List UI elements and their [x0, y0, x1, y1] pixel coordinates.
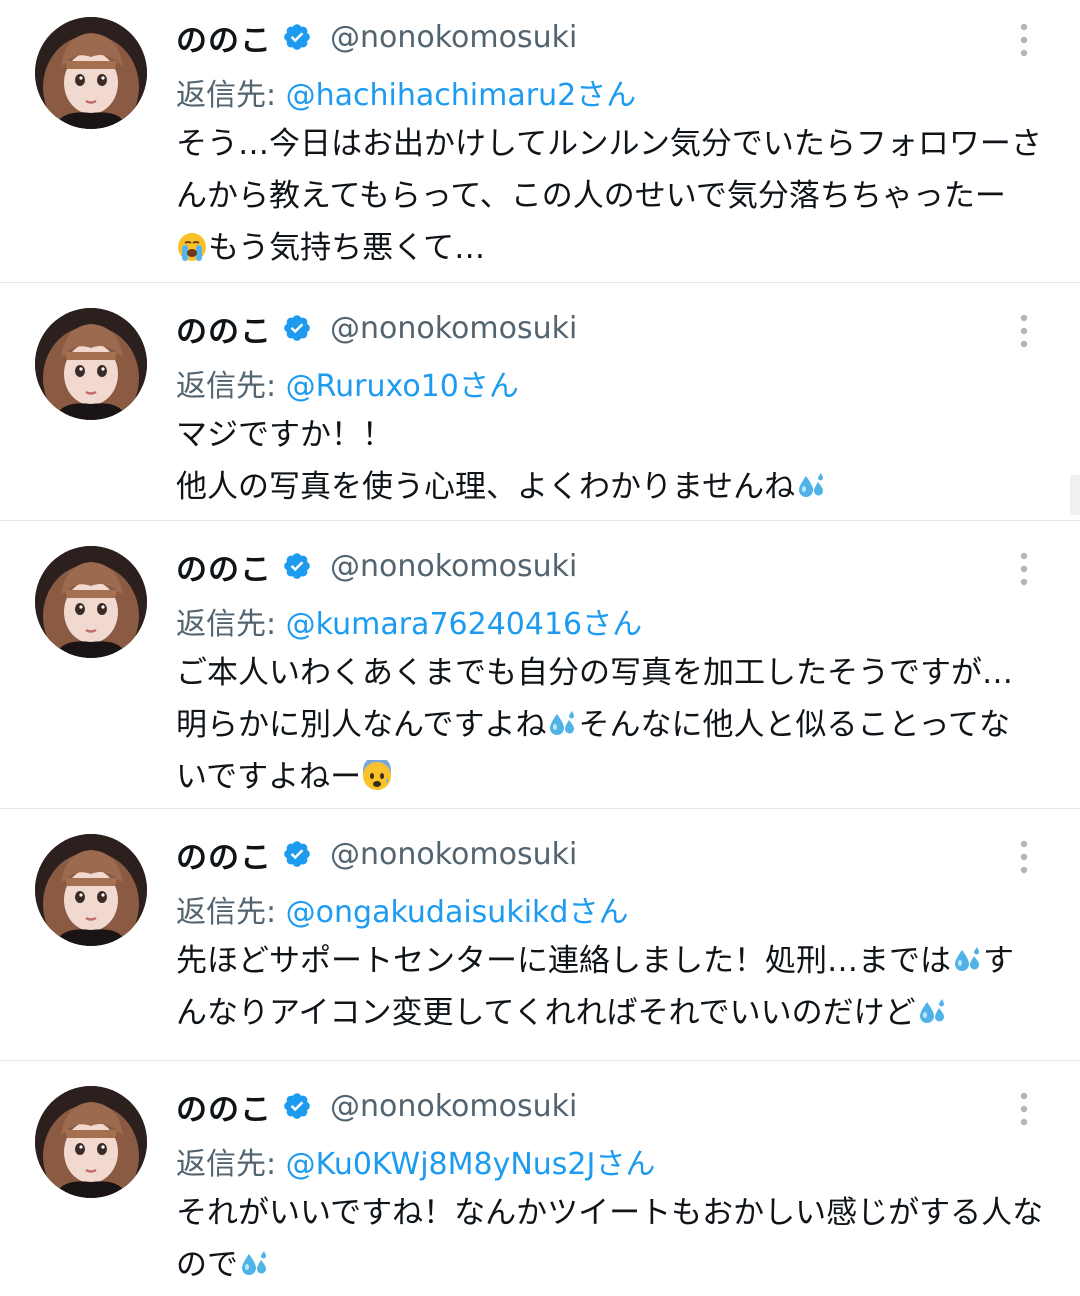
reply-to-link[interactable]: @hachihachimaru2さん	[286, 78, 637, 113]
tweet-text-segment: んから教えてもらって、この人のせいで気分落ちちゃったー	[176, 178, 1006, 214]
tweet-text-line: んなりアイコン変更してくれればそれでいいのだけど	[176, 987, 1056, 1039]
tweet-divider	[0, 520, 1080, 521]
verified-badge-icon	[284, 315, 310, 341]
avatar[interactable]	[35, 308, 147, 420]
tweet-divider	[0, 282, 1080, 283]
tweet-text-segment: マジですか！！	[176, 417, 393, 453]
avatar[interactable]	[35, 546, 147, 658]
display-name[interactable]: ののこ	[176, 15, 272, 60]
reply-context: 返信先: @Ku0KWj8M8yNus2Jさん	[176, 1139, 655, 1183]
more-vertical-icon[interactable]	[1014, 549, 1034, 589]
tweet-divider	[0, 1060, 1080, 1061]
tweet-text-line: ご本人いわくあくまでも自分の写真を加工したそうですが…	[176, 647, 1056, 699]
reply-prefix: 返信先:	[176, 895, 286, 930]
user-handle[interactable]: @nonokomosuki	[330, 1089, 577, 1124]
tweet-text-segment: んなりアイコン変更してくれればそれでいいのだけど	[176, 995, 916, 1031]
reply-context: 返信先: @ongakudaisukikdさん	[176, 887, 628, 931]
more-vertical-icon[interactable]	[1014, 837, 1034, 877]
tweet-text-segment: す	[983, 943, 1014, 979]
reply-context: 返信先: @kumara76240416さん	[176, 599, 642, 643]
reply-prefix: 返信先:	[176, 78, 286, 113]
more-vertical-icon[interactable]	[1014, 311, 1034, 351]
sweat-droplets-emoji	[916, 992, 948, 1024]
tweet-text: それがいいですね！なんかツイートもおかしい感じがする人な ので	[176, 1187, 1056, 1291]
tweet-text-segment: そんなに他人と似ることってな	[578, 707, 1010, 743]
reply-to-link[interactable]: @Ruruxo10さん	[286, 369, 519, 404]
avatar[interactable]	[35, 17, 147, 129]
tweet-header: ののこ @nonokomosuki	[176, 832, 577, 877]
tweet-text-segment: それがいいですね！なんかツイートもおかしい感じがする人な	[176, 1195, 1044, 1231]
tweet-header: ののこ @nonokomosuki	[176, 1084, 577, 1129]
tweet-header: ののこ @nonokomosuki	[176, 306, 577, 351]
anxious-face-emoji	[361, 756, 393, 790]
sweat-droplets-emoji	[795, 466, 827, 498]
user-handle[interactable]: @nonokomosuki	[330, 837, 577, 872]
reply-prefix: 返信先:	[176, 1147, 286, 1182]
reply-prefix: 返信先:	[176, 607, 286, 642]
tweet-text-segment: 他人の写真を使う心理、よくわかりませんね	[176, 469, 796, 505]
verified-badge-icon	[284, 553, 310, 579]
tweet-text: 先ほどサポートセンターに連絡しました！処刑…まではすんなりアイコン変更してくれれ…	[176, 935, 1056, 1039]
more-vertical-icon[interactable]	[1014, 20, 1034, 60]
scrollbar-thumb[interactable]	[1070, 475, 1080, 515]
tweet-text-line: 他人の写真を使う心理、よくわかりませんね	[176, 461, 1056, 513]
tweet-text-segment: ので	[176, 1247, 238, 1283]
display-name[interactable]: ののこ	[176, 1084, 272, 1129]
verified-badge-icon	[284, 24, 310, 50]
verified-badge-icon	[284, 841, 310, 867]
tweet-header: ののこ @nonokomosuki	[176, 15, 577, 60]
tweet-text-line: そう…今日はお出かけしてルンルン気分でいたらフォロワーさ	[176, 118, 1056, 170]
tweet-text: そう…今日はお出かけしてルンルン気分でいたらフォロワーさ んから教えてもらって、こ…	[176, 118, 1056, 274]
tweet-text-segment: ご本人いわくあくまでも自分の写真を加工したそうですが…	[176, 655, 1013, 691]
tweet-divider	[0, 808, 1080, 809]
tweet-text-segment: いですよねー	[176, 759, 362, 795]
reply-to-link[interactable]: @kumara76240416さん	[286, 607, 642, 642]
tweet-text-line: 先ほどサポートセンターに連絡しました！処刑…まではす	[176, 935, 1056, 987]
sweat-droplets-emoji	[546, 704, 578, 736]
more-vertical-icon[interactable]	[1014, 1089, 1034, 1129]
avatar[interactable]	[35, 834, 147, 946]
tweet-text-segment: 先ほどサポートセンターに連絡しました！処刑…までは	[176, 943, 951, 979]
tweet-header: ののこ @nonokomosuki	[176, 544, 577, 589]
reply-to-link[interactable]: @ongakudaisukikdさん	[286, 895, 629, 930]
tweet-text-line: いですよねー	[176, 751, 1056, 803]
tweet-text: ご本人いわくあくまでも自分の写真を加工したそうですが… 明らかに別人なんですよねそ…	[176, 647, 1056, 803]
display-name[interactable]: ののこ	[176, 544, 272, 589]
crying-face-emoji	[176, 227, 208, 261]
tweet-text: マジですか！！ 他人の写真を使う心理、よくわかりませんね	[176, 409, 1056, 513]
user-handle[interactable]: @nonokomosuki	[330, 549, 577, 584]
tweet-text-segment: もう気持ち悪くて…	[208, 230, 486, 266]
tweet-text-line: それがいいですね！なんかツイートもおかしい感じがする人な	[176, 1187, 1056, 1239]
display-name[interactable]: ののこ	[176, 832, 272, 877]
verified-badge-icon	[284, 1093, 310, 1119]
sweat-droplets-emoji	[238, 1244, 270, 1276]
sweat-droplets-emoji	[951, 940, 983, 972]
tweet-text-line: 明らかに別人なんですよね そんなに他人と似ることってな	[176, 699, 1056, 751]
tweet-text-line: ので	[176, 1239, 1056, 1291]
reply-to-link[interactable]: @Ku0KWj8M8yNus2Jさん	[286, 1147, 656, 1182]
tweet-text-segment: 明らかに別人なんですよね	[176, 707, 547, 743]
user-handle[interactable]: @nonokomosuki	[330, 20, 577, 55]
display-name[interactable]: ののこ	[176, 306, 272, 351]
reply-prefix: 返信先:	[176, 369, 286, 404]
avatar[interactable]	[35, 1086, 147, 1198]
reply-context: 返信先: @hachihachimaru2さん	[176, 70, 636, 114]
tweet-text-line: もう気持ち悪くて…	[176, 222, 1056, 274]
tweet-text-line: マジですか！！	[176, 409, 1056, 461]
tweet-text-segment: そう…今日はお出かけしてルンルン気分でいたらフォロワーさ	[176, 126, 1042, 162]
tweet-text-line: んから教えてもらって、この人のせいで気分落ちちゃったー	[176, 170, 1056, 222]
reply-context: 返信先: @Ruruxo10さん	[176, 361, 519, 405]
user-handle[interactable]: @nonokomosuki	[330, 311, 577, 346]
